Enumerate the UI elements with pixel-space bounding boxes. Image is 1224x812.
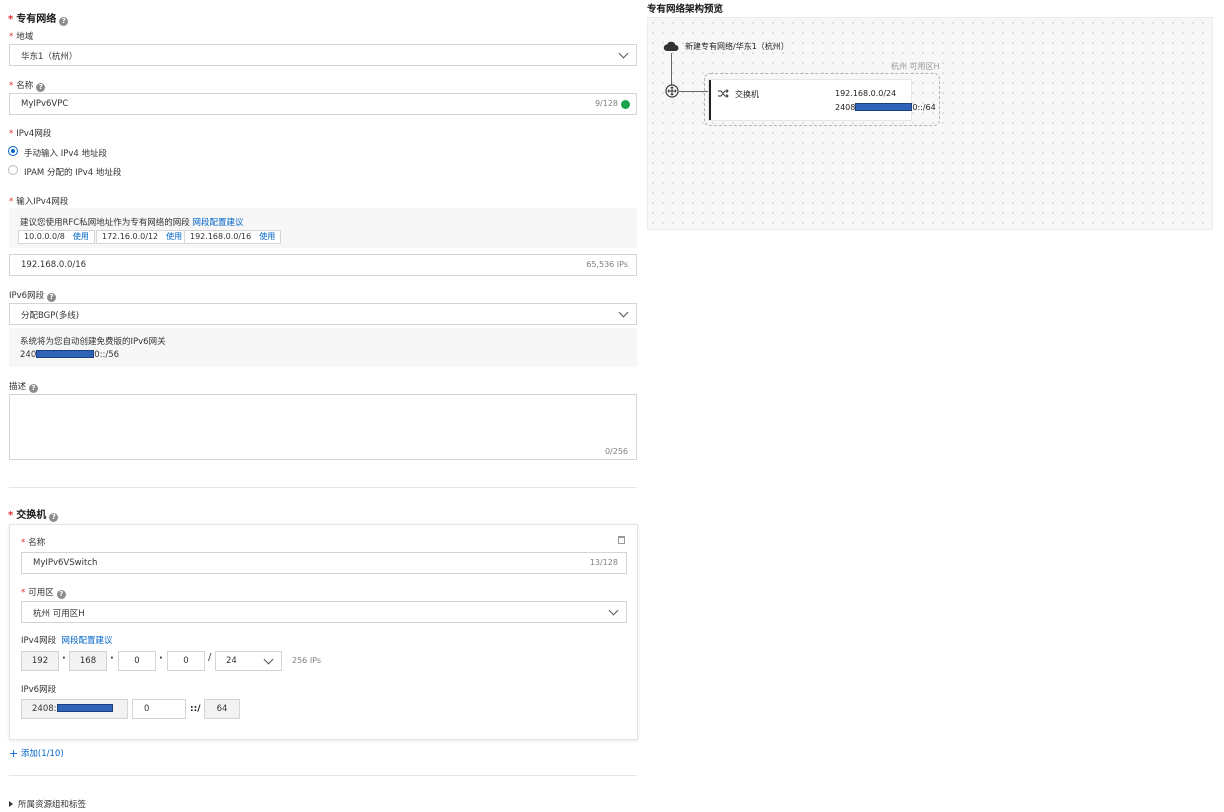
help-icon[interactable]: ? bbox=[59, 17, 69, 26]
cidr-advice-link[interactable]: 网段配置建议 bbox=[192, 218, 243, 228]
help-icon[interactable]: ? bbox=[49, 513, 59, 522]
use-button[interactable]: 使用 bbox=[166, 232, 182, 241]
architecture-preview: 新建专有网络/华东1（杭州） 杭州 可用区H 交换机 192.168.0.0/2… bbox=[647, 17, 1213, 230]
divider bbox=[9, 487, 637, 488]
vswitch-cidr-advice-link[interactable]: 网段配置建议 bbox=[61, 636, 112, 646]
vswitch-name-counter: 13/128 bbox=[589, 558, 618, 567]
vswitch-ip-count: 256 IPs bbox=[292, 656, 322, 665]
redaction-bar bbox=[36, 350, 95, 358]
chevron-down-icon bbox=[608, 605, 619, 616]
zone-select[interactable]: 杭州 可用区H bbox=[21, 601, 627, 623]
preview-title: 专有网络架构预览 bbox=[647, 4, 724, 15]
description-label: 描述? bbox=[9, 380, 39, 393]
vpc-section-title: * 专有网络? bbox=[8, 10, 69, 26]
description-textarea[interactable]: 0/256 bbox=[9, 394, 637, 460]
divider bbox=[9, 775, 637, 776]
preview-ipv6-cidr: 2408 0::/64 bbox=[835, 103, 936, 112]
connector-line bbox=[671, 53, 672, 87]
ipv4-octet-2: 168 bbox=[69, 651, 107, 671]
vswitch-name-label: * 名称 bbox=[21, 538, 46, 548]
region-select[interactable]: 华东1（杭州） bbox=[9, 44, 637, 66]
zone-label: * 可用区? bbox=[21, 586, 66, 599]
preview-zone-label: 杭州 可用区H bbox=[891, 62, 940, 71]
cloud-icon bbox=[663, 41, 679, 51]
ipv6-note: 系统将为您自动创建免费版的IPv6网关 bbox=[20, 337, 166, 347]
ipv4-octet-1: 192 bbox=[21, 651, 59, 671]
preview-vswitch-card: 交换机 192.168.0.0/24 2408 0::/64 bbox=[708, 79, 936, 121]
chevron-down-icon bbox=[263, 654, 274, 665]
ipv6-cidr: 240 0::/56 bbox=[20, 350, 120, 360]
radio-ipam-ipv4[interactable] bbox=[8, 165, 18, 175]
region-label: * 地域 bbox=[9, 32, 34, 42]
suggestion-chip[interactable]: 10.0.0.0/8 使用 bbox=[18, 230, 95, 244]
ipv4-suggestion-box: 建议您使用RFC私网地址作为专有网络的网段 网段配置建议 10.0.0.0/8 使… bbox=[9, 208, 637, 248]
vpc-name-counter: 9/128 bbox=[594, 99, 618, 108]
ipv6-segment-input[interactable]: 0 bbox=[132, 699, 186, 719]
chevron-down-icon bbox=[618, 48, 629, 59]
preview-vpc-label: 新建专有网络/华东1（杭州） bbox=[685, 42, 789, 51]
help-icon[interactable]: ? bbox=[29, 384, 39, 393]
help-icon[interactable]: ? bbox=[56, 590, 66, 599]
vswitch-accent-bar bbox=[709, 80, 711, 120]
plus-icon: + bbox=[9, 747, 19, 760]
help-icon[interactable]: ? bbox=[47, 293, 57, 302]
ipv6-select[interactable]: 分配BGP(多线) bbox=[9, 303, 637, 325]
dot-separator: · bbox=[159, 653, 163, 664]
redaction-bar bbox=[56, 704, 113, 712]
add-vswitch-button[interactable]: + 添加(1/10) bbox=[9, 747, 64, 760]
use-button[interactable]: 使用 bbox=[73, 232, 89, 241]
ipv4-mask-select[interactable]: 24 bbox=[215, 651, 282, 671]
radio-manual-ipv4[interactable] bbox=[8, 146, 18, 156]
ipv6-label: IPv6网段? bbox=[9, 289, 57, 302]
vswitch-ipv4-label: IPv4网段 网段配置建议 bbox=[21, 636, 113, 646]
caret-right-icon bbox=[9, 801, 13, 807]
trash-icon[interactable] bbox=[618, 536, 625, 544]
check-circle-icon bbox=[621, 100, 630, 109]
vpc-name-input[interactable]: MyIPv6VPC 9/128 bbox=[9, 93, 637, 115]
vswitch-section-title: * 交换机? bbox=[8, 506, 59, 522]
ipv4-hint: 建议您使用RFC私网地址作为专有网络的网段 网段配置建议 bbox=[20, 218, 244, 228]
help-icon[interactable]: ? bbox=[36, 83, 46, 92]
vswitch-ipv6-label: IPv6网段 bbox=[21, 685, 57, 695]
resource-group-toggle[interactable]: 所属资源组和标签 bbox=[9, 798, 86, 810]
suggestion-chip[interactable]: 172.16.0.0/12 使用 bbox=[96, 230, 189, 244]
ipv4-ip-count: 65,536 IPs bbox=[586, 260, 628, 269]
ipv4-octet-3[interactable]: 0 bbox=[118, 651, 156, 671]
vswitch-name-input[interactable]: MyIPv6VSwitch 13/128 bbox=[21, 552, 627, 574]
chevron-down-icon bbox=[618, 307, 629, 318]
ipv6-separator: ::/ bbox=[190, 704, 201, 714]
radio-manual-ipv4-label[interactable]: 手动输入 IPv4 地址段 bbox=[24, 147, 107, 159]
use-button[interactable]: 使用 bbox=[259, 232, 275, 241]
ipv4-cidr-input[interactable]: 192.168.0.0/16 65,536 IPs bbox=[9, 254, 637, 276]
vpc-name-label: * 名称? bbox=[9, 79, 46, 92]
preview-vswitch-label: 交换机 bbox=[735, 90, 759, 99]
redaction-bar bbox=[855, 103, 913, 111]
ipv4-octet-4[interactable]: 0 bbox=[167, 651, 205, 671]
radio-ipam-ipv4-label[interactable]: IPAM 分配的 IPv4 地址段 bbox=[24, 166, 121, 178]
ipv6-mask-box: 64 bbox=[204, 699, 240, 719]
dot-separator: · bbox=[110, 653, 114, 664]
suggestion-chip[interactable]: 192.168.0.0/16 使用 bbox=[184, 230, 282, 244]
description-counter: 0/256 bbox=[604, 447, 628, 456]
ipv4-mode-label: * IPv4网段 bbox=[9, 129, 52, 139]
ipv4-input-label: * 输入IPv4网段 bbox=[9, 197, 69, 207]
preview-ipv4-cidr: 192.168.0.0/24 bbox=[835, 89, 897, 98]
ipv6-prefix-box: 2408: bbox=[21, 699, 128, 719]
ipv6-note-box: 系统将为您自动创建免费版的IPv6网关 240 0::/56 bbox=[9, 328, 637, 367]
switch-icon bbox=[718, 89, 729, 98]
dot-separator: · bbox=[62, 653, 66, 664]
slash-separator: / bbox=[208, 652, 212, 663]
vswitch-card: * 名称 MyIPv6VSwitch 13/128 * 可用区? 杭州 可用区H I… bbox=[9, 524, 638, 740]
router-icon bbox=[665, 84, 679, 98]
